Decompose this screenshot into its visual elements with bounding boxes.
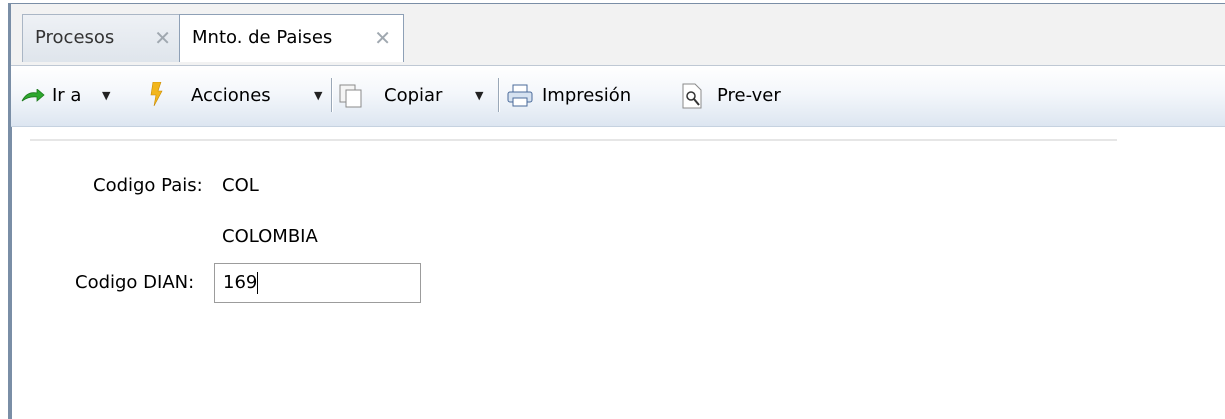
toolbar-separator [331,78,333,112]
printer-icon [507,84,533,107]
lightning-icon [150,82,163,106]
acciones-button[interactable]: Acciones ▼ [149,66,329,126]
codigo-dian-label: Codigo DIAN: [75,272,195,293]
codigo-dian-input[interactable]: 169 [214,263,421,303]
impresion-label: Impresión [542,85,632,106]
copiar-label: Copiar [384,85,443,106]
tab-label: Procesos [35,27,115,48]
codigo-pais-label: Codigo Pais: [93,175,203,196]
ir-a-button[interactable]: Ir a ▼ [21,66,156,126]
toolbar-separator [498,78,500,112]
chevron-down-icon: ▼ [314,89,323,102]
tab-label: Mnto. de Paises [192,27,333,48]
codigo-pais-value: COL [222,175,259,196]
divider [30,139,1117,141]
toolbar: Ir a ▼ Acciones ▼ Copiar ▼ Impresión Pre… [11,66,1225,127]
preview-icon [682,83,702,109]
text-cursor [257,272,258,294]
ir-a-label: Ir a [52,85,82,106]
copy-icon [339,84,362,108]
prever-label: Pre-ver [717,85,781,106]
copiar-button[interactable]: Copiar ▼ [339,66,489,126]
chevron-down-icon: ▼ [475,89,484,102]
tab-strip: Procesos ✕ Mnto. de Paises ✕ [11,4,1225,66]
pais-nombre: COLOMBIA [222,226,318,247]
chevron-down-icon: ▼ [102,89,111,102]
acciones-label: Acciones [191,85,271,106]
tab-mnto-paises[interactable]: Mnto. de Paises ✕ [179,14,404,62]
prever-button[interactable]: Pre-ver [681,66,806,126]
go-arrow-icon [21,89,45,102]
close-icon[interactable]: ✕ [374,15,391,61]
tab-procesos[interactable]: Procesos ✕ [22,14,180,62]
close-icon[interactable]: ✕ [154,15,171,61]
impresion-button[interactable]: Impresión [506,66,671,126]
